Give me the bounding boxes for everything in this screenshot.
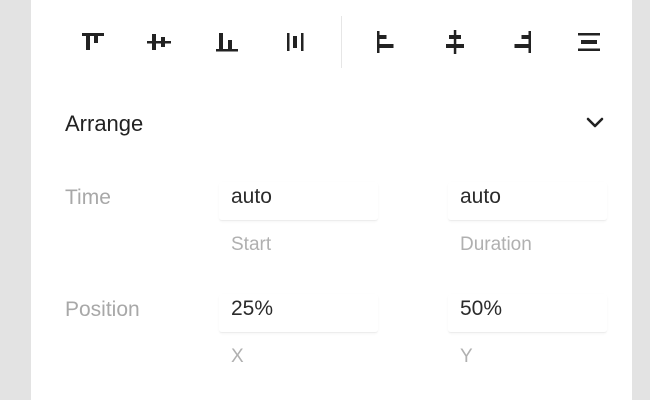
align-left-icon[interactable] <box>369 24 405 60</box>
position-label: Position <box>65 298 140 321</box>
chevron-down-icon[interactable] <box>580 110 610 136</box>
duration-value: auto <box>460 185 501 208</box>
align-top-icon[interactable] <box>75 24 111 60</box>
properties-panel: Arrange Time auto Start auto Duration Po… <box>31 0 632 400</box>
scrollbar-track[interactable] <box>633 0 650 400</box>
start-caption: Start <box>231 234 272 255</box>
align-vertical-center-icon[interactable] <box>141 24 177 60</box>
position-x-value: 25% <box>231 297 274 320</box>
duration-input[interactable]: auto <box>448 182 607 221</box>
time-label: Time <box>65 186 111 209</box>
start-time-input[interactable]: auto <box>219 182 378 221</box>
arrange-section-title: Arrange <box>65 111 144 136</box>
y-caption: Y <box>460 346 473 367</box>
x-caption: X <box>231 346 244 367</box>
start-time-value: auto <box>231 185 272 208</box>
align-right-icon[interactable] <box>503 24 539 60</box>
position-y-input[interactable]: 50% <box>448 294 607 333</box>
align-horizontal-center-icon[interactable] <box>437 24 473 60</box>
align-bottom-icon[interactable] <box>209 24 245 60</box>
position-y-value: 50% <box>460 297 503 320</box>
distribute-horizontal-icon[interactable] <box>571 24 607 60</box>
position-x-input[interactable]: 25% <box>219 294 378 333</box>
duration-caption: Duration <box>460 234 532 255</box>
distribute-vertical-icon[interactable] <box>277 24 313 60</box>
toolbar-divider <box>341 16 342 68</box>
